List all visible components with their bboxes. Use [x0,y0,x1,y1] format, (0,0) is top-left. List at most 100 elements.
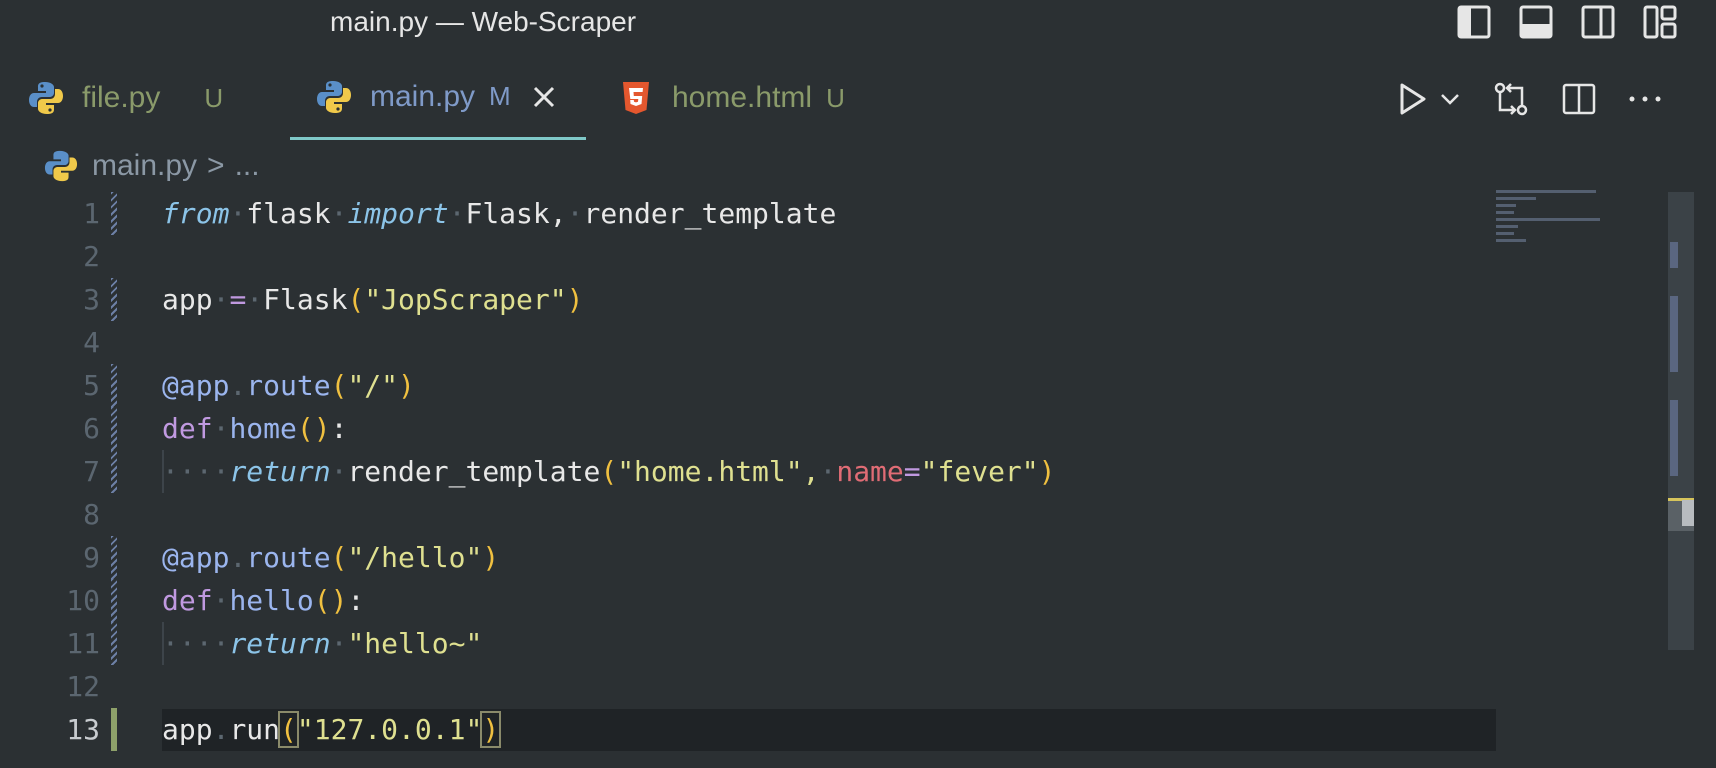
breadcrumb-symbols[interactable]: ... [235,149,260,183]
keyword-def: def [162,412,213,445]
string: "fever" [920,455,1039,488]
gutter-modified-marker[interactable] [111,622,117,665]
function-name: route [246,541,331,574]
code-line[interactable]: 3 app·=·Flask("JopScraper") [0,278,1500,321]
decorator: @app [162,541,230,574]
gutter-modified-marker[interactable] [111,278,117,321]
code-line[interactable]: 8 [0,493,1500,536]
code-text: ····return·"hello~" [162,627,483,660]
gutter-modified-marker[interactable] [111,450,117,493]
more-actions-icon[interactable] [1628,94,1662,104]
code-line[interactable]: 5 @app.route("/") [0,364,1500,407]
paren: ( [330,541,348,574]
line-number: 13 [66,713,100,746]
python-icon [317,80,351,113]
import-name: render_template [583,197,837,230]
code-line[interactable]: 11 ····return·"hello~" [0,622,1500,665]
tab-main-py[interactable]: main.py M [290,56,586,140]
breadcrumb-separator: > [207,149,225,182]
colon: : [347,584,365,617]
line-number: 3 [83,283,100,316]
html5-icon [623,82,649,114]
chevron-down-icon[interactable] [1440,92,1460,106]
import-name: Flask, [465,197,567,230]
split-editor-icon[interactable] [1562,82,1596,116]
keyword-return: return [229,627,331,660]
line-number: 9 [83,541,100,574]
code-line[interactable]: 4 [0,321,1500,364]
open-changes-icon[interactable] [1492,80,1530,118]
line-number: 5 [83,369,100,402]
code-line-current[interactable]: 13 app.run("127.0.0.1") [0,708,1500,751]
code-line[interactable]: 1 from·flask·import·Flask,·render_templa… [0,192,1500,235]
operator: = [903,455,921,488]
title-bar: main.py — Web-Scraper [0,0,1716,44]
scrollbar-change-marker [1670,242,1678,268]
tab-label: home.html [672,81,813,114]
line-number: 7 [83,455,100,488]
dot: . [229,369,247,402]
gutter-modified-marker[interactable] [111,364,117,407]
dot: . [212,713,230,746]
git-status-badge: M [489,81,511,111]
code-text: @app.route("/") [162,364,415,407]
breadcrumb: main.py > ... [44,146,260,186]
code-line[interactable]: 2 [0,235,1500,278]
code-line[interactable]: 7 ····return·render_template("home.html"… [0,450,1500,493]
breadcrumb-file[interactable]: main.py [92,149,197,183]
git-status-badge: U [204,82,224,113]
code-text: def·home(): [162,412,348,445]
string: "hello~" [347,627,483,660]
line-number: 2 [83,240,100,273]
layout-controls [1456,4,1678,40]
string: "JopScraper" [364,283,567,316]
tab-file-py[interactable]: file.py U [28,56,223,140]
git-status-badge: U [826,82,845,113]
code-text: @app.route("/hello") [162,536,499,579]
paren: ) [566,283,584,316]
matching-bracket: ) [480,711,502,748]
code-line[interactable]: 6 def·home(): [0,407,1500,450]
line-number: 11 [66,627,100,660]
paren: ( [330,369,348,402]
matching-bracket: ( [278,711,299,748]
code-text: app.run("127.0.0.1") [162,708,502,751]
paren: ) [398,369,415,402]
gutter-modified-marker[interactable] [111,579,117,622]
gutter-modified-marker[interactable] [111,192,117,235]
keyword-return: return [229,455,331,488]
paren: () [296,412,331,445]
minimap[interactable] [1496,190,1606,250]
toggle-panel-icon[interactable] [1518,4,1554,40]
keyword-import: import [347,197,449,230]
gutter-modified-marker[interactable] [111,536,117,579]
line-number: 4 [83,326,100,359]
code-editor[interactable]: 1 from·flask·import·Flask,·render_templa… [0,192,1500,751]
tab-bar: file.py U main.py M home.html U [0,56,1716,140]
tab-home-html[interactable]: home.html U [618,56,845,140]
decorator: @app [162,369,230,402]
function-name: run [229,713,281,746]
run-python-button[interactable] [1398,82,1460,116]
line-number: 12 [66,670,100,703]
scrollbar-thumb[interactable] [1682,500,1694,526]
keyword-def: def [162,584,213,617]
scrollbar-change-marker [1670,296,1678,372]
dot: . [229,541,247,574]
gutter-modified-marker[interactable] [111,407,117,450]
code-line[interactable]: 10 def·hello(): [0,579,1500,622]
editor-actions [1398,80,1662,118]
close-icon[interactable] [531,84,557,110]
paren: () [313,584,348,617]
paren: ) [1038,455,1056,488]
operator: = [229,283,247,316]
toggle-secondary-sidebar-icon[interactable] [1580,4,1616,40]
paren: ( [600,455,618,488]
toggle-primary-sidebar-icon[interactable] [1456,4,1492,40]
string: "/hello" [347,541,483,574]
code-line[interactable]: 9 @app.route("/hello") [0,536,1500,579]
function-name: route [246,369,331,402]
code-line[interactable]: 12 [0,665,1500,708]
gutter-added-marker[interactable] [111,708,117,751]
customize-layout-icon[interactable] [1642,4,1678,40]
